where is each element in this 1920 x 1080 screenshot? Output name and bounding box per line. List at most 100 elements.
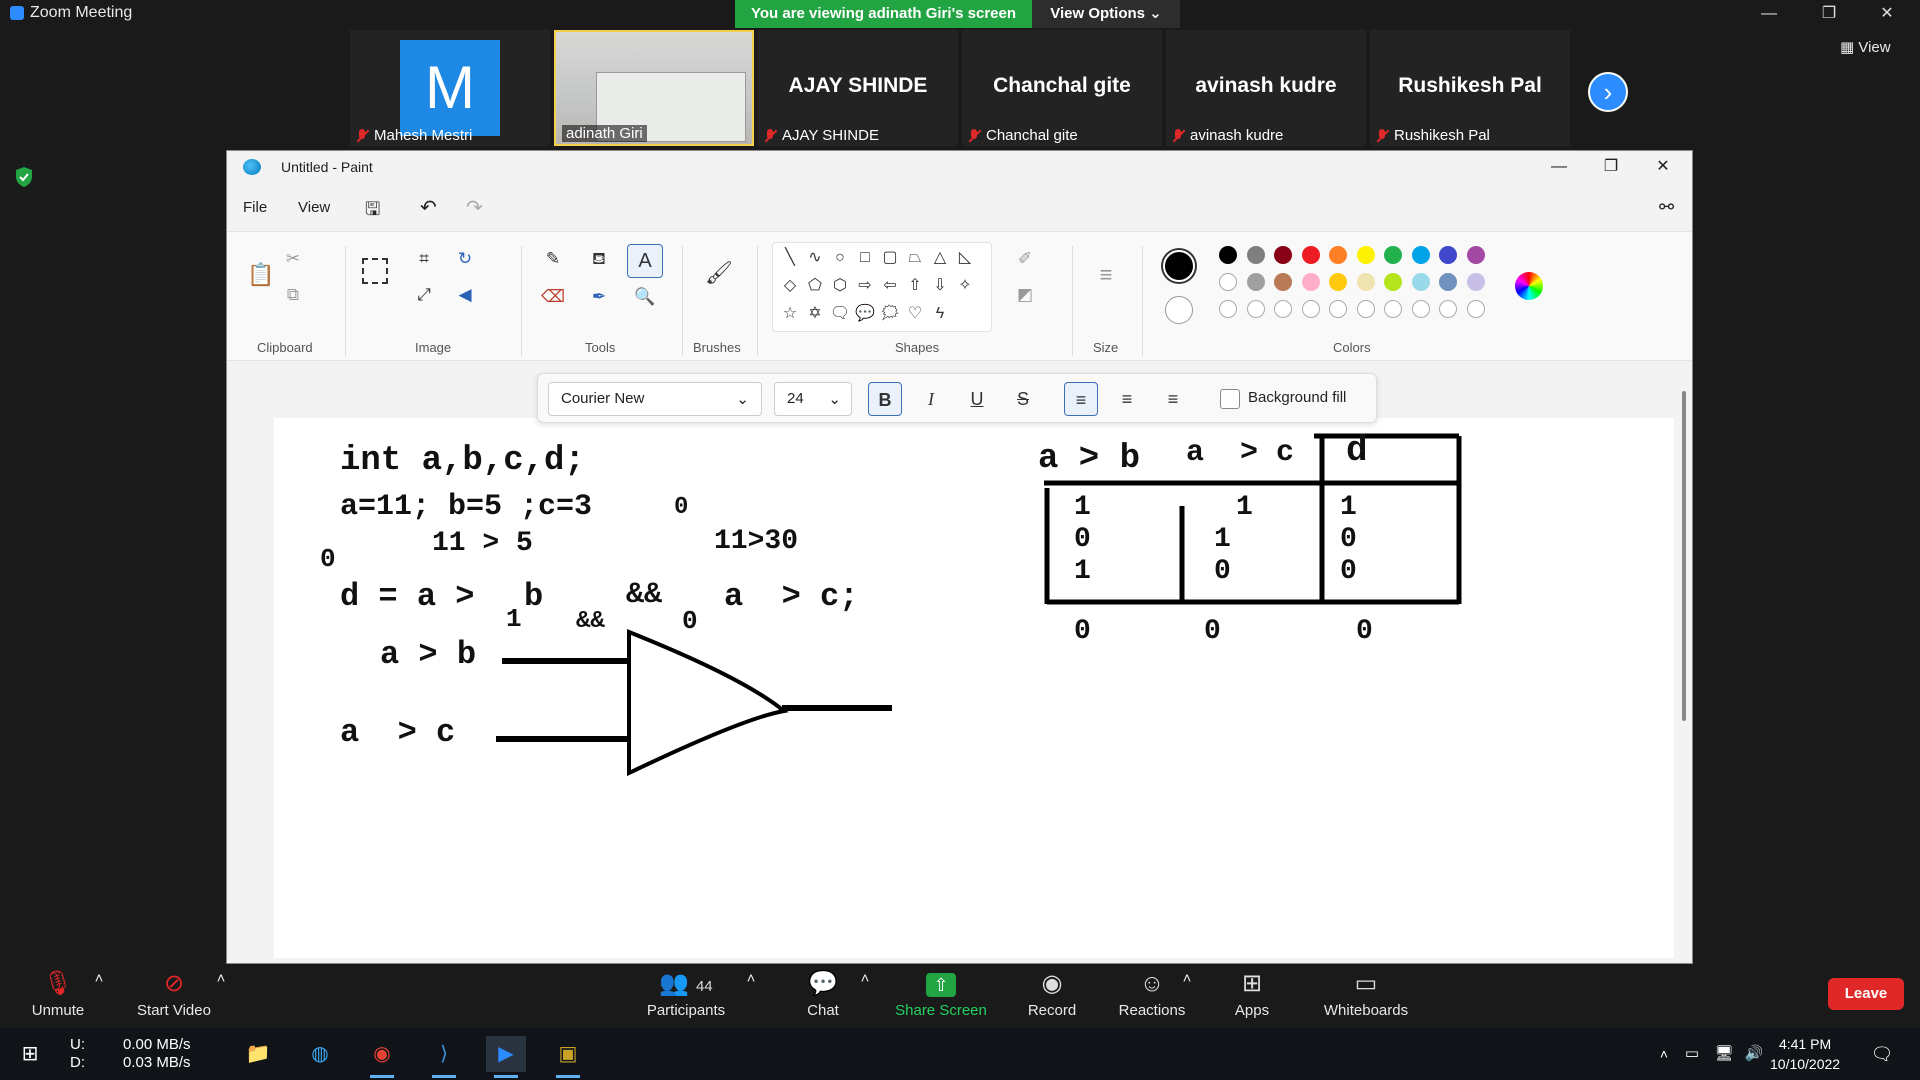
palette-color-swatch[interactable]: [1411, 273, 1430, 291]
rectangle-shape-icon[interactable]: □: [854, 247, 876, 269]
close-button[interactable]: ✕: [1864, 0, 1910, 28]
chrome-browser-icon[interactable]: ◉: [362, 1036, 402, 1078]
palette-color-swatch[interactable]: [1439, 246, 1457, 264]
reactions-options-caret[interactable]: ˄: [1172, 970, 1202, 987]
palette-color-swatch[interactable]: [1246, 273, 1265, 291]
font-family-select[interactable]: Courier New ⌄: [548, 382, 762, 416]
triangle-shape-icon[interactable]: △: [929, 247, 951, 269]
restore-button[interactable]: ❐: [1806, 0, 1852, 28]
participants-options-caret[interactable]: ˄: [736, 970, 766, 987]
underline-button[interactable]: U: [960, 382, 994, 416]
line-shape-icon[interactable]: ╲: [779, 247, 801, 269]
participant-tile[interactable]: AJAY SHINDE AJAY SHINDE: [758, 30, 958, 146]
next-participants-arrow-icon[interactable]: ›: [1588, 72, 1628, 112]
paint-restore-button[interactable]: ❐: [1589, 153, 1633, 181]
palette-color-swatch[interactable]: [1384, 246, 1402, 264]
crop-icon[interactable]: ⌗: [411, 246, 437, 272]
dosbox-icon[interactable]: ▣: [548, 1036, 588, 1078]
participants-button[interactable]: 👥 44 Participants: [636, 966, 736, 1019]
whiteboards-button[interactable]: ▭ Whiteboards: [1316, 966, 1416, 1019]
volume-icon[interactable]: 🔊: [1734, 1036, 1774, 1072]
undo-icon[interactable]: ↶: [420, 195, 437, 220]
share-icon[interactable]: ⚯: [1659, 197, 1674, 218]
zoom-taskbar-icon[interactable]: ▶: [486, 1036, 526, 1078]
align-left-icon[interactable]: ≡: [1064, 382, 1098, 416]
chat-options-caret[interactable]: ˄: [850, 970, 880, 987]
text-tool-icon[interactable]: A: [627, 244, 663, 278]
align-right-icon[interactable]: ≡: [1156, 382, 1190, 416]
outline-icon[interactable]: ✐: [1012, 246, 1038, 272]
participant-tile[interactable]: M Mahesh Mestri: [350, 30, 550, 146]
six-point-star-shape-icon[interactable]: ✡: [804, 303, 826, 325]
secondary-color-swatch[interactable]: [1165, 296, 1193, 324]
select-icon[interactable]: [362, 258, 388, 284]
curve-shape-icon[interactable]: ∿: [804, 247, 826, 269]
vscode-icon[interactable]: ⟩: [424, 1036, 464, 1078]
vertical-scrollbar[interactable]: [1682, 391, 1686, 721]
palette-color-swatch[interactable]: [1219, 246, 1237, 264]
custom-color-slot[interactable]: [1411, 300, 1430, 318]
minimize-button[interactable]: —: [1746, 0, 1792, 28]
italic-button[interactable]: I: [914, 382, 948, 416]
apps-button[interactable]: ⊞ Apps: [1222, 966, 1282, 1019]
brush-icon[interactable]: 🖌: [705, 260, 733, 286]
palette-color-swatch[interactable]: [1356, 246, 1375, 264]
custom-color-slot[interactable]: [1466, 300, 1485, 318]
palette-color-swatch[interactable]: [1301, 246, 1320, 264]
pencil-icon[interactable]: ✎: [540, 246, 566, 272]
palette-color-swatch[interactable]: [1384, 273, 1402, 291]
rounded-rectangle-shape-icon[interactable]: ▢: [879, 247, 901, 269]
custom-color-slot[interactable]: [1356, 300, 1375, 318]
magnifier-icon[interactable]: 🔍: [632, 284, 658, 310]
strikethrough-button[interactable]: S: [1006, 382, 1040, 416]
rotate-icon[interactable]: ↻: [452, 246, 478, 272]
audio-options-caret[interactable]: ˄: [84, 970, 114, 987]
eraser-icon[interactable]: ⌫: [540, 284, 566, 310]
participant-video-tile[interactable]: adinath Giri: [554, 30, 754, 146]
palette-color-swatch[interactable]: [1466, 246, 1485, 264]
line-size-icon[interactable]: ≡: [1093, 262, 1119, 288]
palette-color-swatch[interactable]: [1219, 273, 1237, 291]
view-options-button[interactable]: View Options ⌄: [1032, 0, 1180, 28]
polygon-shape-icon[interactable]: ⏢: [904, 247, 926, 269]
record-button[interactable]: ◉ Record: [1016, 966, 1088, 1019]
custom-color-slot[interactable]: [1219, 300, 1237, 318]
align-center-icon[interactable]: ≡: [1110, 382, 1144, 416]
encryption-shield-icon[interactable]: [14, 166, 34, 188]
menu-file[interactable]: File: [243, 199, 267, 216]
palette-color-swatch[interactable]: [1439, 273, 1457, 291]
down-arrow-shape-icon[interactable]: ⇩: [929, 275, 951, 297]
custom-color-slot[interactable]: [1384, 300, 1402, 318]
palette-color-swatch[interactable]: [1329, 246, 1347, 264]
system-clock[interactable]: 4:41 PM 10/10/2022: [1770, 1034, 1840, 1074]
edge-browser-icon[interactable]: ◍: [300, 1036, 340, 1072]
cut-icon[interactable]: ✂: [280, 246, 306, 272]
edit-colors-icon[interactable]: [1515, 272, 1543, 300]
heart-shape-icon[interactable]: ♡: [904, 303, 926, 325]
fill-icon[interactable]: ◩: [1012, 282, 1038, 308]
palette-color-swatch[interactable]: [1329, 273, 1347, 291]
lightning-shape-icon[interactable]: ϟ: [929, 303, 951, 325]
background-fill-checkbox[interactable]: [1220, 389, 1240, 409]
video-options-caret[interactable]: ˄: [206, 970, 236, 987]
paint-minimize-button[interactable]: —: [1537, 153, 1581, 181]
copy-icon[interactable]: ⧉: [280, 282, 306, 308]
palette-color-swatch[interactable]: [1274, 246, 1292, 264]
bold-button[interactable]: B: [868, 382, 902, 416]
color-picker-icon[interactable]: ✒: [586, 284, 612, 310]
paste-icon[interactable]: 📋: [247, 262, 274, 288]
save-icon[interactable]: 🖫: [365, 197, 380, 227]
star-shape-icon[interactable]: ☆: [779, 303, 801, 325]
diamond-shape-icon[interactable]: ◇: [779, 275, 801, 297]
fill-bucket-icon[interactable]: ⛾: [586, 246, 612, 272]
custom-color-slot[interactable]: [1274, 300, 1292, 318]
up-arrow-shape-icon[interactable]: ⇧: [904, 275, 926, 297]
participant-tile[interactable]: Chanchal gite Chanchal gite: [962, 30, 1162, 146]
share-screen-button[interactable]: ⇧ Share Screen: [890, 966, 992, 1019]
callout-oval-shape-icon[interactable]: 💬: [854, 303, 876, 325]
participant-tile[interactable]: avinash kudre avinash kudre: [1166, 30, 1366, 146]
leave-button[interactable]: Leave: [1828, 978, 1904, 1010]
participant-tile[interactable]: Rushikesh Pal Rushikesh Pal: [1370, 30, 1570, 146]
file-explorer-icon[interactable]: 📁: [238, 1036, 278, 1072]
palette-color-swatch[interactable]: [1466, 273, 1485, 291]
